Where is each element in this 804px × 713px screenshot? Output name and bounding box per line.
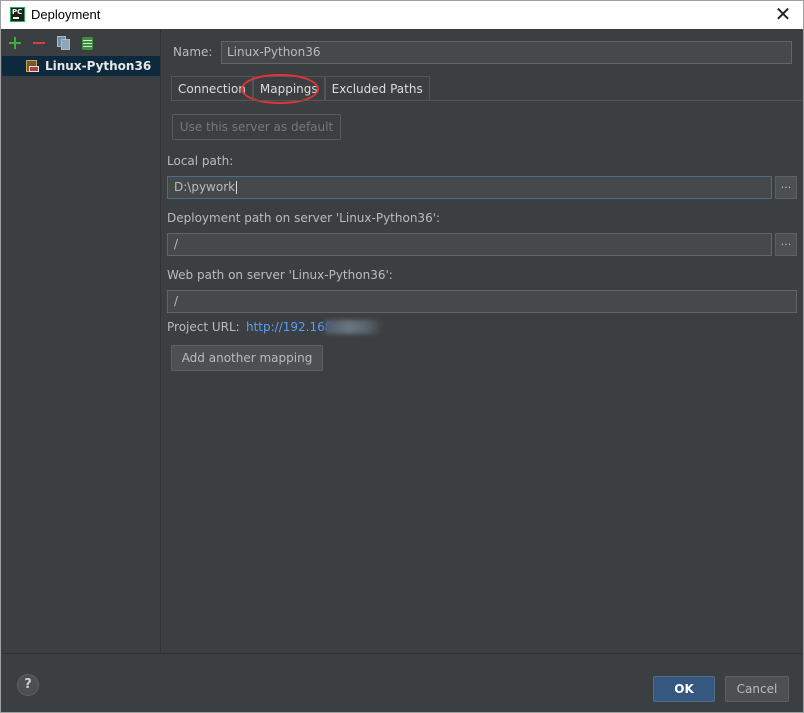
help-icon[interactable]: ? xyxy=(17,674,39,696)
settings-tabs: Connection Mappings Excluded Paths xyxy=(171,76,430,100)
window-title: Deployment xyxy=(31,7,101,22)
name-label: Name: xyxy=(173,45,213,59)
local-path-value: D:\pywork xyxy=(174,180,236,194)
deployment-path-input[interactable]: / xyxy=(167,233,772,256)
title-bar: PC Deployment ✕ xyxy=(1,1,803,29)
redacted-url-blur xyxy=(325,320,383,334)
local-path-input[interactable]: D:\pywork xyxy=(167,176,772,199)
pycharm-icon: PC xyxy=(10,7,25,22)
tab-divider xyxy=(171,100,803,101)
text-caret xyxy=(236,181,238,194)
server-list-panel: Linux-Python36 xyxy=(2,30,161,653)
server-item-label: Linux-Python36 xyxy=(45,59,152,73)
copy-icon[interactable] xyxy=(54,34,72,52)
local-path-label: Local path: xyxy=(167,154,234,168)
sftp-server-icon xyxy=(26,59,40,73)
deployment-path-browse-button[interactable]: ... xyxy=(775,233,797,256)
footer-divider xyxy=(2,653,803,654)
tab-mappings[interactable]: Mappings xyxy=(252,76,325,100)
local-path-browse-button[interactable]: ... xyxy=(775,176,797,199)
remove-icon[interactable] xyxy=(30,34,48,52)
name-input[interactable]: Linux-Python36 xyxy=(221,41,792,64)
server-toolbar xyxy=(6,34,96,52)
project-url-label: Project URL: xyxy=(167,320,240,334)
default-server-icon[interactable] xyxy=(78,34,96,52)
ok-button[interactable]: OK xyxy=(653,676,715,702)
close-icon[interactable]: ✕ xyxy=(772,3,794,25)
server-item-linux-python36[interactable]: Linux-Python36 xyxy=(2,56,160,76)
server-settings-panel: Name: Linux-Python36 Connection Mappings… xyxy=(162,30,803,653)
tab-excluded-paths[interactable]: Excluded Paths xyxy=(324,76,430,100)
deployment-dialog: PC Deployment ✕ Linux-Python36 Name: Lin… xyxy=(0,0,804,713)
use-as-default-button[interactable]: Use this server as default xyxy=(172,114,341,140)
add-icon[interactable] xyxy=(6,34,24,52)
cancel-button[interactable]: Cancel xyxy=(725,676,789,702)
project-url-link[interactable]: http://192.168 xyxy=(246,320,332,334)
deployment-path-label: Deployment path on server 'Linux-Python3… xyxy=(167,211,441,225)
web-path-input[interactable]: / xyxy=(167,290,797,313)
tab-connection[interactable]: Connection xyxy=(171,76,253,100)
web-path-label: Web path on server 'Linux-Python36': xyxy=(167,268,393,282)
add-another-mapping-button[interactable]: Add another mapping xyxy=(171,345,323,371)
